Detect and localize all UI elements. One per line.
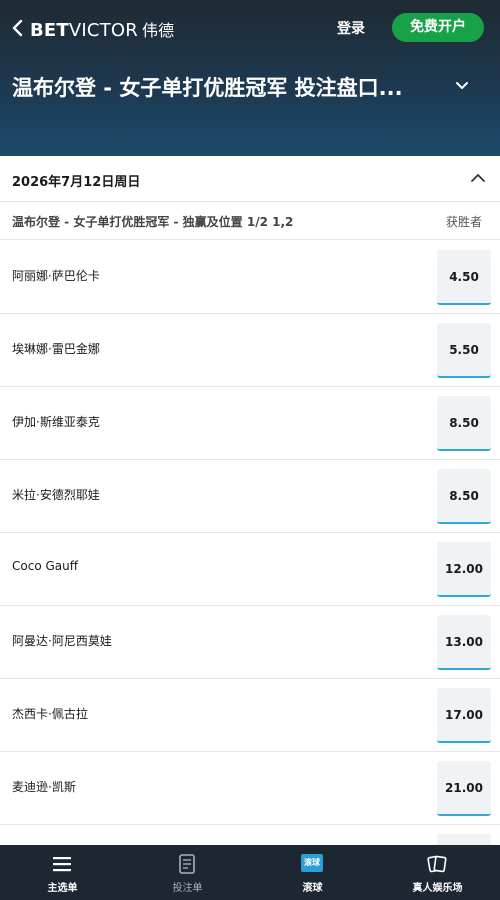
- selection-row: 麦迪逊·凯斯 21.00: [0, 752, 500, 825]
- odds-button[interactable]: 12.00: [437, 542, 491, 597]
- selection-row: 阿曼达·阿尼西莫娃 13.00: [0, 606, 500, 679]
- odds-button[interactable]: 21.00: [437, 761, 491, 816]
- market-header: 温布尔登 - 女子单打优胜冠军 - 独赢及位置 1/2 1,2 获胜者: [0, 202, 500, 240]
- selection-name: 麦迪逊·凯斯: [12, 780, 76, 794]
- nav-item-betslip[interactable]: 投注单: [125, 845, 250, 900]
- betslip-icon: [179, 854, 195, 874]
- chevron-up-icon[interactable]: [470, 170, 486, 184]
- selection-name: 埃琳娜·雷巴金娜: [12, 342, 100, 356]
- chevron-down-icon[interactable]: [454, 78, 470, 94]
- header: BETVICTOR 伟德 登录 免费开户 温布尔登 - 女子单打优胜冠军 投注盘口…: [0, 0, 500, 156]
- nav-item-live[interactable]: 滚球 滚球: [250, 845, 375, 900]
- event-date-row[interactable]: 2026年7月12日周日: [0, 156, 500, 202]
- back-arrow-icon[interactable]: [10, 18, 26, 38]
- selection-row: 米拉·安德烈耶娃 8.50: [0, 460, 500, 533]
- odds-button[interactable]: 4.50: [437, 250, 491, 305]
- market-column-label: 获胜者: [446, 215, 483, 229]
- selection-name: Coco Gauff: [12, 559, 78, 573]
- selection-name: 米拉·安德烈耶娃: [12, 488, 100, 502]
- signup-button[interactable]: 免费开户: [392, 13, 484, 42]
- selection-row: 杰西卡·佩古拉 17.00: [0, 679, 500, 752]
- top-bar: BETVICTOR 伟德 登录 免费开户: [0, 0, 500, 56]
- nav-label: 滚球: [302, 883, 323, 894]
- bottom-nav: 主选单 投注单 滚球 滚球 真人娱乐场: [0, 845, 500, 900]
- login-button[interactable]: 登录: [337, 18, 365, 38]
- menu-icon: [53, 857, 71, 872]
- selection-row: 伊加·斯维亚泰克 8.50: [0, 387, 500, 460]
- nav-label: 投注单: [172, 883, 203, 894]
- nav-item-casino[interactable]: 真人娱乐场: [375, 845, 500, 900]
- betvictor-logo[interactable]: BETVICTOR 伟德: [30, 17, 174, 41]
- page-title: 温布尔登 - 女子单打优胜冠军 投注盘口...: [12, 76, 403, 100]
- selection-row: 阿丽娜·萨巴伦卡 4.50: [0, 241, 500, 314]
- odds-button[interactable]: 8.50: [437, 469, 491, 524]
- selection-row: Coco Gauff 12.00: [0, 533, 500, 606]
- nav-label: 主选单: [47, 883, 78, 894]
- odds-button[interactable]: 8.50: [437, 396, 491, 451]
- selection-row: 埃琳娜·雷巴金娜 5.50: [0, 314, 500, 387]
- selection-name: 阿曼达·阿尼西莫娃: [12, 634, 112, 648]
- event-date: 2026年7月12日周日: [12, 175, 141, 190]
- odds-button[interactable]: 17.00: [437, 688, 491, 743]
- live-icon: 滚球: [301, 854, 323, 872]
- cards-icon: [427, 855, 447, 873]
- selection-name: 杰西卡·佩古拉: [12, 707, 88, 721]
- nav-label: 真人娱乐场: [412, 883, 463, 894]
- market-name: 温布尔登 - 女子单打优胜冠军 - 独赢及位置 1/2 1,2: [12, 215, 294, 229]
- selection-name: 阿丽娜·萨巴伦卡: [12, 269, 100, 283]
- odds-button[interactable]: 13.00: [437, 615, 491, 670]
- nav-item-menu[interactable]: 主选单: [0, 845, 125, 900]
- selection-name: 伊加·斯维亚泰克: [12, 415, 100, 429]
- odds-button[interactable]: 5.50: [437, 323, 491, 378]
